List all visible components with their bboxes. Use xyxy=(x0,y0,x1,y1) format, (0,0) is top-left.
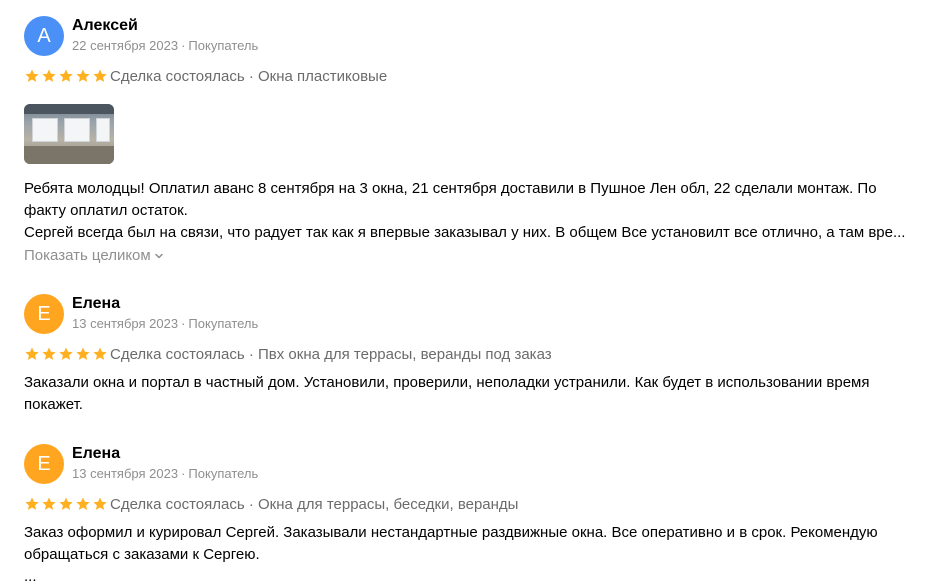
author-role: Покупатель xyxy=(188,466,259,481)
star-icon xyxy=(93,497,107,510)
review-text: Заказали окна и портал в частный дом. Ус… xyxy=(24,372,928,416)
deal-info: Сделка состоялась · Окна для террасы, бе… xyxy=(110,496,519,513)
review-text: Заказ оформил и курировал Сергей. Заказы… xyxy=(24,522,928,588)
review-text-line: Заказ оформил и курировал Сергей. Заказы… xyxy=(24,524,878,541)
meta-separator: · xyxy=(181,316,186,331)
star-icon xyxy=(59,497,73,510)
review-header: Е Елена 13 сентября 2023 · Покупатель xyxy=(24,294,928,334)
review-text-line: Сергей всегда был на связи, что радует т… xyxy=(24,224,906,241)
photo-window xyxy=(64,118,90,142)
photo-wall xyxy=(24,146,114,164)
review-meta: 13 сентября 2023 · Покупатель xyxy=(72,466,258,482)
rating-stars xyxy=(24,346,108,362)
review-card: Е Елена 13 сентября 2023 · Покупатель Сдел… xyxy=(24,444,928,588)
review-card: А Алексей 22 сентября 2023 · Покупатель Сд… xyxy=(24,16,928,267)
review-text-line: факту оплатил остаток. xyxy=(24,202,188,219)
rating-line: Сделка состоялась · Окна пластиковые xyxy=(24,66,928,90)
star-icon xyxy=(42,497,56,510)
review-meta: 22 сентября 2023 · Покупатель xyxy=(72,38,258,54)
author-role: Покупатель xyxy=(188,38,259,53)
avatar[interactable]: Е xyxy=(24,294,64,334)
photo-window xyxy=(96,118,110,142)
review-text-line: Ребята молодцы! Оплатил аванс 8 сентября… xyxy=(24,180,877,197)
star-icon xyxy=(59,347,73,360)
star-icon xyxy=(76,347,90,360)
review-date: 22 сентября 2023 xyxy=(72,38,179,53)
star-icon xyxy=(25,497,39,510)
review-date: 13 сентября 2023 xyxy=(72,316,179,331)
author-name[interactable]: Алексей xyxy=(72,16,138,36)
author-name[interactable]: Елена xyxy=(72,294,120,314)
meta-separator: · xyxy=(181,38,186,53)
author-role: Покупатель xyxy=(188,316,259,331)
rating-line: Сделка состоялась · Окна для террасы, бе… xyxy=(24,494,928,518)
review-header: Е Елена 13 сентября 2023 · Покупатель xyxy=(24,444,928,484)
review-card: Е Елена 13 сентября 2023 · Покупатель Сдел… xyxy=(24,294,928,416)
star-icon xyxy=(76,69,90,82)
show-more-button[interactable]: Показать целиком xyxy=(24,245,164,267)
star-icon xyxy=(93,347,107,360)
review-text-line: Заказали окна и портал в частный дом. Ус… xyxy=(24,374,870,391)
rating-stars xyxy=(24,68,108,84)
review-text: Ребята молодцы! Оплатил аванс 8 сентября… xyxy=(24,178,928,244)
show-more-label: Показать целиком xyxy=(24,247,151,264)
star-icon xyxy=(25,69,39,82)
avatar[interactable]: А xyxy=(24,16,64,56)
star-icon xyxy=(59,69,73,82)
review-header: А Алексей 22 сентября 2023 · Покупатель xyxy=(24,16,928,56)
star-icon xyxy=(76,497,90,510)
author-name[interactable]: Елена xyxy=(72,444,120,464)
rating-stars xyxy=(24,496,108,512)
star-icon xyxy=(42,347,56,360)
meta-separator: · xyxy=(181,466,186,481)
photo-window xyxy=(32,118,58,142)
star-icon xyxy=(93,69,107,82)
review-text-line: обращаться с заказами к Сергею. xyxy=(24,546,260,563)
review-meta: 13 сентября 2023 · Покупатель xyxy=(72,316,258,332)
avatar[interactable]: Е xyxy=(24,444,64,484)
rating-line: Сделка состоялась · Пвх окна для террасы… xyxy=(24,344,928,368)
review-date: 13 сентября 2023 xyxy=(72,466,179,481)
deal-info: Сделка состоялась · Пвх окна для террасы… xyxy=(110,346,552,363)
star-icon xyxy=(42,69,56,82)
chevron-down-icon xyxy=(154,253,163,259)
review-photo[interactable] xyxy=(24,104,114,164)
deal-info: Сделка состоялась · Окна пластиковые xyxy=(110,68,388,85)
review-text-line: ... xyxy=(24,568,37,585)
review-text-line: покажет. xyxy=(24,396,83,413)
star-icon xyxy=(25,347,39,360)
photo-roof xyxy=(24,104,114,114)
